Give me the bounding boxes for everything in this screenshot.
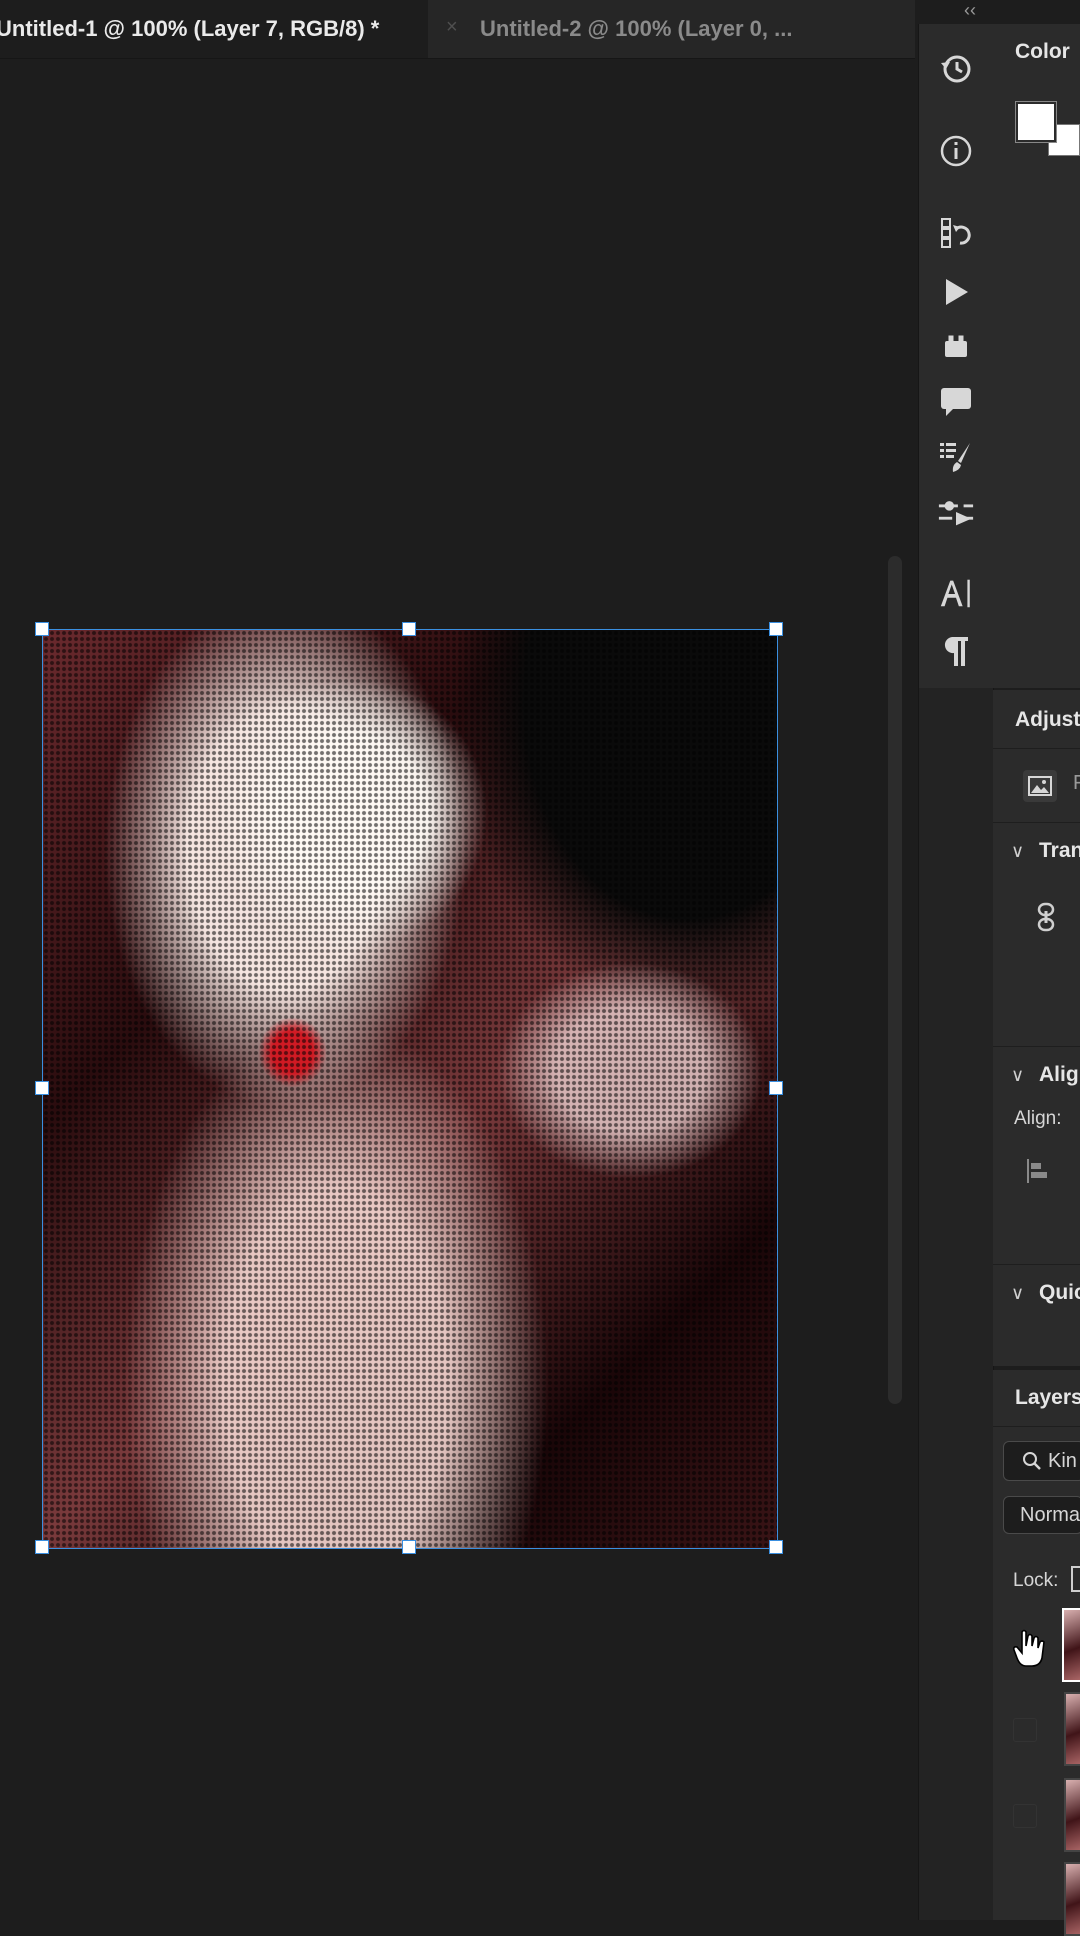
vertical-scrollbar[interactable] <box>888 556 902 1404</box>
layer-thumbnail[interactable] <box>1062 1608 1080 1682</box>
tab-untitled-1[interactable]: Untitled-1 @ 100% (Layer 7, RGB/8) * <box>0 0 428 58</box>
layer-filter-kind: Kin <box>1048 1449 1077 1472</box>
transform-handle-bottom-left[interactable] <box>35 1540 49 1554</box>
layer-thumbnail[interactable] <box>1064 1692 1080 1766</box>
align-left-edges-icon[interactable] <box>1025 1158 1051 1189</box>
play-actions-icon[interactable] <box>937 273 975 311</box>
history-icon[interactable] <box>937 50 975 88</box>
chevron-down-icon: ∨ <box>1011 841 1025 861</box>
transform-handle-bottom-right[interactable] <box>769 1540 783 1554</box>
transform-handle-left[interactable] <box>35 1081 49 1095</box>
paragraph-icon[interactable] <box>937 632 975 670</box>
document-tab-bar: Untitled-1 @ 100% (Layer 7, RGB/8) * × U… <box>0 0 915 59</box>
foreground-color-swatch[interactable] <box>1015 101 1057 143</box>
adjustments-panel-title: Adjust <box>1015 708 1080 731</box>
align-section-label: Alig <box>1039 1063 1079 1086</box>
adjustments-layer-type-label: F <box>1073 772 1080 794</box>
transform-section-header[interactable]: ∨ Tran <box>993 822 1080 883</box>
transform-handle-top-right[interactable] <box>769 622 783 636</box>
tab-untitled-2[interactable]: Untitled-2 @ 100% (Layer 0, ... <box>480 0 792 58</box>
align-field-label: Align: <box>1014 1108 1062 1129</box>
close-icon[interactable]: × <box>446 17 464 37</box>
search-icon <box>1023 1452 1041 1470</box>
info-icon[interactable] <box>937 132 975 170</box>
chevron-down-icon: ∨ <box>1011 1283 1025 1303</box>
layer-filter-search[interactable]: Kin <box>1003 1441 1080 1481</box>
character-icon[interactable] <box>937 574 975 612</box>
align-section-header[interactable]: ∨ Alig <box>993 1046 1080 1107</box>
layer-thumbnail[interactable] <box>1064 1778 1080 1852</box>
lock-transparent-pixels-icon[interactable] <box>1071 1566 1080 1592</box>
layer-thumbnail[interactable] <box>1064 1862 1080 1936</box>
quick-actions-section-header[interactable]: ∨ Quic <box>993 1264 1080 1325</box>
transform-handle-bottom[interactable] <box>402 1540 416 1554</box>
properties-panel: Adjust F ∨ Tran ∨ Alig Align: ∨ Quic <box>993 690 1080 1366</box>
comment-icon[interactable] <box>937 382 975 420</box>
hand-cursor-icon <box>1012 1628 1046 1673</box>
collapse-panels-icon[interactable]: ‹‹ <box>964 0 976 21</box>
icon-strip-empty <box>918 688 994 1920</box>
quick-actions-section-label: Quic <box>1039 1281 1080 1304</box>
layer-visibility-toggle[interactable] <box>1013 1718 1037 1742</box>
chevron-down-icon: ∨ <box>1011 1065 1025 1085</box>
canvas-area[interactable] <box>0 59 880 1920</box>
link-dimensions-icon[interactable] <box>1035 902 1057 937</box>
lock-icon[interactable] <box>937 326 975 364</box>
properties-sliders-icon[interactable] <box>937 494 975 532</box>
lock-label: Lock: <box>1013 1570 1059 1591</box>
transform-handle-top[interactable] <box>402 622 416 636</box>
tab-untitled-1-label: Untitled-1 @ 100% (Layer 7, RGB/8) * <box>0 16 380 41</box>
transform-handle-top-left[interactable] <box>35 622 49 636</box>
tab-untitled-2-label: Untitled-2 @ 100% (Layer 0, ... <box>480 16 793 41</box>
blend-mode-select[interactable]: Norma <box>1003 1496 1080 1534</box>
panel-icon-strip <box>918 24 994 688</box>
halftone-texture <box>43 630 777 1548</box>
pixel-layer-icon <box>1023 770 1057 802</box>
layer-image[interactable] <box>42 629 778 1549</box>
brush-presets-icon[interactable] <box>937 438 975 476</box>
brush-settings-icon[interactable] <box>937 214 975 252</box>
color-panel-title: Color <box>1015 40 1070 63</box>
layer-visibility-toggle[interactable] <box>1013 1804 1037 1828</box>
transform-handle-right[interactable] <box>769 1081 783 1095</box>
transform-section-label: Tran <box>1039 839 1080 862</box>
layers-panel-title: Layers <box>1015 1386 1080 1409</box>
